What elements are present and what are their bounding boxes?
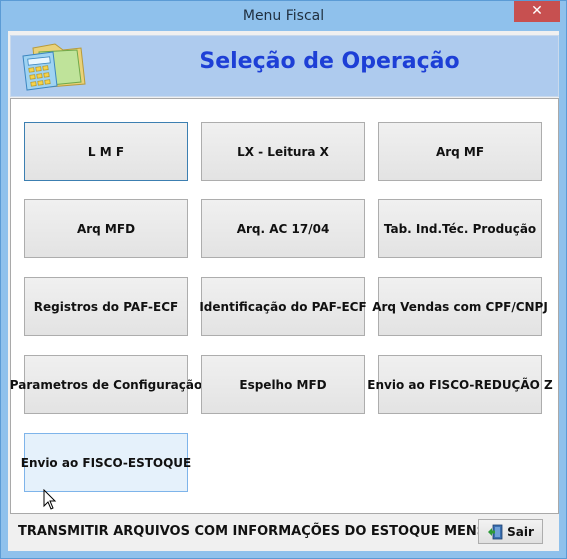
status-bar: TRANSMITIR ARQUIVOS COM INFORMAÇÕES DO E… — [10, 517, 557, 547]
arq-vendas-cpf-cnpj-button[interactable]: Arq Vendas com CPF/CNPJ — [372, 277, 548, 336]
mouse-cursor-icon — [43, 489, 57, 510]
exit-door-icon — [488, 524, 503, 539]
client-area: Seleção de Operação L M F LX - Leitura X… — [8, 31, 559, 551]
exit-button-label: Sair — [507, 524, 534, 539]
exit-button[interactable]: Sair — [478, 519, 543, 544]
status-text: TRANSMITIR ARQUIVOS COM INFORMAÇÕES DO E… — [18, 524, 505, 539]
envio-fisco-reducao-z-button[interactable]: Envio ao FISCO-REDUÇÃO Z — [367, 355, 553, 414]
arq-mf-button[interactable]: Arq MF — [378, 122, 542, 181]
title-bar[interactable]: Menu Fiscal ✕ — [1, 1, 566, 31]
envio-fisco-estoque-button[interactable]: Envio ao FISCO-ESTOQUE — [21, 433, 191, 492]
lmf-button[interactable]: L M F — [24, 122, 188, 181]
parametros-configuracao-button[interactable]: Parametros de Configuração — [10, 355, 202, 414]
arq-ac-button[interactable]: Arq. AC 17/04 — [201, 199, 365, 258]
espelho-mfd-button[interactable]: Espelho MFD — [201, 355, 365, 414]
tab-ind-tec-producao-button[interactable]: Tab. Ind.Téc. Produção — [378, 199, 542, 258]
operations-panel: L M F LX - Leitura X Arq MF Arq MFD Arq.… — [10, 98, 559, 514]
identificacao-paf-ecf-button[interactable]: Identificação do PAF-ECF — [199, 277, 367, 336]
calculator-folder-icon — [22, 43, 86, 91]
leitura-x-button[interactable]: LX - Leitura X — [201, 122, 365, 181]
close-button[interactable]: ✕ — [514, 1, 560, 22]
header-panel: Seleção de Operação — [10, 35, 559, 97]
arq-mfd-button[interactable]: Arq MFD — [24, 199, 188, 258]
page-title: Seleção de Operação — [199, 49, 460, 74]
window: Menu Fiscal ✕ Seleção de Operação L M F … — [0, 0, 567, 559]
window-title: Menu Fiscal — [242, 8, 325, 24]
registros-paf-ecf-button[interactable]: Registros do PAF-ECF — [24, 277, 188, 336]
